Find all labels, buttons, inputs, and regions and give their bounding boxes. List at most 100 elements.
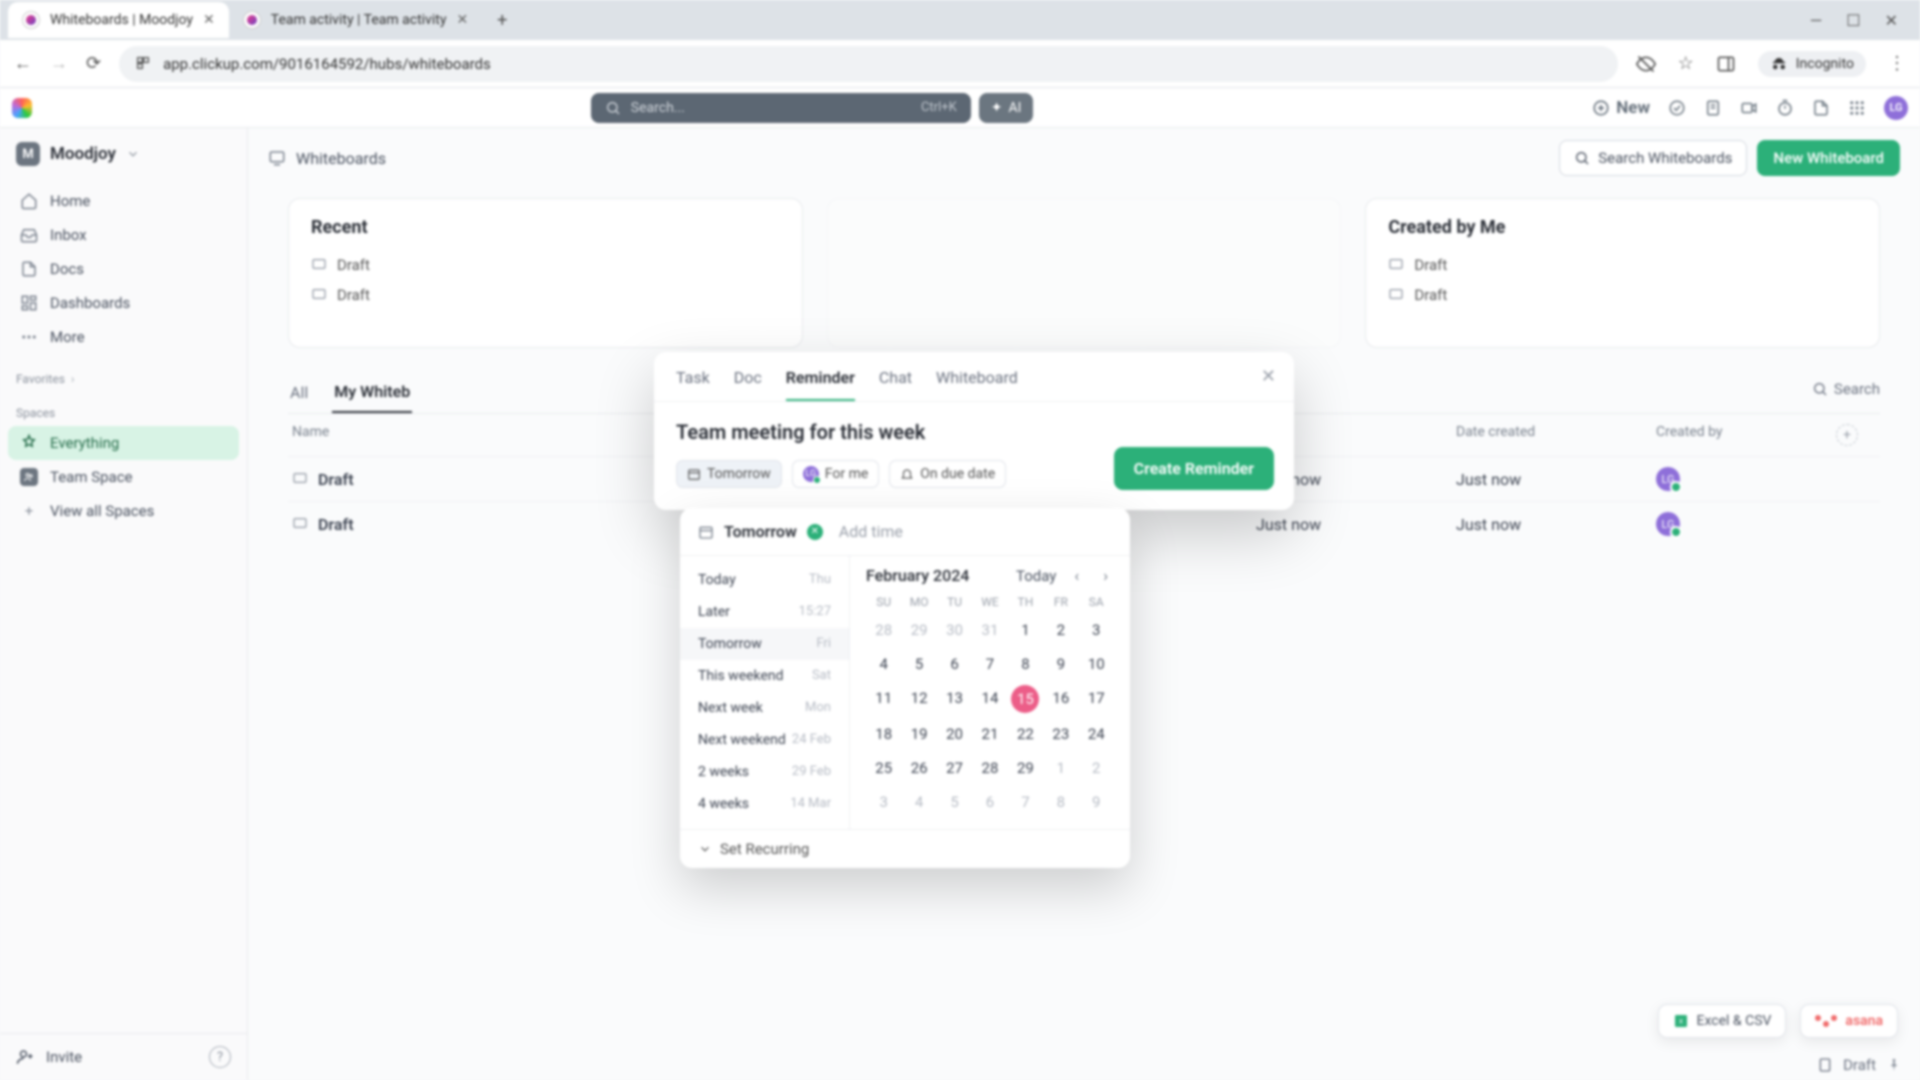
quick-date-option[interactable]: Next weekend24 Feb xyxy=(680,724,849,756)
creator-avatar[interactable]: LG xyxy=(1656,512,1680,536)
modal-tab-task[interactable]: Task xyxy=(676,368,710,401)
calendar-day[interactable]: 28 xyxy=(866,617,901,643)
calendar-day[interactable]: 29 xyxy=(901,617,936,643)
quick-date-option[interactable]: TodayThu xyxy=(680,564,849,596)
pin-icon[interactable] xyxy=(1886,1057,1902,1073)
clickup-logo-icon[interactable] xyxy=(12,98,32,118)
calendar-day[interactable]: 31 xyxy=(972,617,1007,643)
quick-date-option[interactable]: 4 weeks14 Mar xyxy=(680,788,849,820)
modal-tab-doc[interactable]: Doc xyxy=(734,368,762,401)
calendar-day[interactable]: 6 xyxy=(972,789,1007,815)
tab-all[interactable]: All xyxy=(288,373,310,412)
calendar-day[interactable]: 25 xyxy=(866,755,901,781)
calendar-day[interactable]: 21 xyxy=(972,721,1007,747)
close-window-icon[interactable]: ✕ xyxy=(1885,11,1898,30)
calendar-day[interactable]: 14 xyxy=(972,685,1007,713)
calendar-day[interactable]: 10 xyxy=(1079,651,1114,677)
calendar-day[interactable]: 9 xyxy=(1043,651,1078,677)
created-item[interactable]: Draft xyxy=(1388,250,1857,280)
favorites-section[interactable]: Favorites › xyxy=(0,358,247,392)
forward-icon[interactable]: → xyxy=(50,53,68,74)
calendar-today-button[interactable]: Today xyxy=(1016,567,1056,585)
calendar-day[interactable]: 8 xyxy=(1008,651,1043,677)
space-item-team[interactable]: Team Space xyxy=(8,460,239,494)
calendar-day[interactable]: 12 xyxy=(901,685,936,713)
sidebar-item-dashboards[interactable]: Dashboards xyxy=(8,286,239,320)
invite-button[interactable]: Invite xyxy=(46,1048,82,1066)
add-column-button[interactable]: + xyxy=(1836,424,1858,446)
sidebar-item-more[interactable]: More xyxy=(8,320,239,354)
modal-tab-reminder[interactable]: Reminder xyxy=(786,368,855,401)
menu-icon[interactable]: ⋮ xyxy=(1888,53,1906,74)
new-button[interactable]: New xyxy=(1592,98,1650,118)
creator-avatar[interactable]: LG xyxy=(1656,467,1680,491)
back-icon[interactable]: ← xyxy=(14,53,32,74)
calendar-day[interactable]: 22 xyxy=(1008,721,1043,747)
modal-tab-chat[interactable]: Chat xyxy=(879,368,912,401)
import-asana-button[interactable]: asana xyxy=(1800,1004,1898,1038)
doc-icon[interactable] xyxy=(1812,99,1830,117)
calendar-day[interactable]: 18 xyxy=(866,721,901,747)
new-tab-button[interactable]: + xyxy=(488,6,516,34)
add-time-button[interactable]: Add time xyxy=(839,522,903,541)
help-icon[interactable]: ? xyxy=(209,1046,231,1068)
calendar-day[interactable]: 8 xyxy=(1043,789,1078,815)
calendar-day[interactable]: 16 xyxy=(1043,685,1078,713)
eye-off-icon[interactable] xyxy=(1636,54,1656,74)
calendar-day[interactable]: 9 xyxy=(1079,789,1114,815)
browser-tab[interactable]: Team activity | Team activity ✕ xyxy=(229,2,482,38)
global-search[interactable]: Search... Ctrl+K xyxy=(591,93,971,123)
new-whiteboard-button[interactable]: New Whiteboard xyxy=(1757,140,1900,176)
space-item-view-all[interactable]: + View all Spaces xyxy=(8,494,239,528)
calendar-day[interactable]: 3 xyxy=(1079,617,1114,643)
minimize-icon[interactable]: — xyxy=(1810,11,1823,30)
calendar-day[interactable]: 3 xyxy=(866,789,901,815)
star-icon[interactable]: ☆ xyxy=(1678,53,1694,74)
calendar-day[interactable]: 2 xyxy=(1043,617,1078,643)
quick-date-option[interactable]: This weekendSat xyxy=(680,660,849,692)
sidebar-item-docs[interactable]: Docs xyxy=(8,252,239,286)
calendar-day[interactable]: 6 xyxy=(937,651,972,677)
calendar-day[interactable]: 7 xyxy=(1008,789,1043,815)
calendar-day[interactable]: 1 xyxy=(1043,755,1078,781)
calendar-day[interactable]: 27 xyxy=(937,755,972,781)
calendar-day[interactable]: 24 xyxy=(1079,721,1114,747)
calendar-prev-button[interactable]: ‹ xyxy=(1068,566,1085,585)
status-draft[interactable]: Draft xyxy=(1843,1056,1876,1074)
recent-item[interactable]: Draft xyxy=(311,250,780,280)
calendar-day[interactable]: 26 xyxy=(901,755,936,781)
reload-icon[interactable]: ⟳ xyxy=(86,53,101,74)
url-input[interactable]: app.clickup.com/9016164592/hubs/whiteboa… xyxy=(119,46,1617,82)
calendar-day[interactable]: 30 xyxy=(937,617,972,643)
calendar-day[interactable]: 2 xyxy=(1079,755,1114,781)
close-icon[interactable]: ✕ xyxy=(1261,366,1276,387)
recent-item[interactable]: Draft xyxy=(311,280,780,310)
browser-tab[interactable]: Whiteboards | Moodjoy ✕ xyxy=(8,2,229,38)
user-avatar[interactable]: LG xyxy=(1884,96,1908,120)
reminder-title-input[interactable] xyxy=(676,420,1272,444)
calendar-day[interactable]: 23 xyxy=(1043,721,1078,747)
assignee-chip[interactable]: LG For me xyxy=(792,460,880,488)
created-item[interactable]: Draft xyxy=(1388,280,1857,310)
create-reminder-button[interactable]: Create Reminder xyxy=(1114,447,1274,490)
calendar-day[interactable]: 1 xyxy=(1008,617,1043,643)
ai-button[interactable]: ✦ AI xyxy=(979,93,1034,123)
calendar-day[interactable]: 13 xyxy=(937,685,972,713)
quick-date-option[interactable]: Next weekMon xyxy=(680,692,849,724)
site-settings-icon[interactable] xyxy=(135,55,153,73)
timer-icon[interactable] xyxy=(1776,99,1794,117)
close-icon[interactable]: ✕ xyxy=(203,12,215,28)
calendar-next-button[interactable]: › xyxy=(1097,566,1114,585)
incognito-chip[interactable]: Incognito xyxy=(1758,51,1866,77)
calendar-day[interactable]: 29 xyxy=(1008,755,1043,781)
modal-tab-whiteboard[interactable]: Whiteboard xyxy=(936,368,1018,401)
workspace-switcher[interactable]: M Moodjoy xyxy=(0,128,247,180)
space-item-everything[interactable]: Everything xyxy=(8,426,239,460)
calendar-day[interactable]: 5 xyxy=(937,789,972,815)
notepad-icon[interactable] xyxy=(1704,99,1722,117)
quick-date-option[interactable]: Later15:27 xyxy=(680,596,849,628)
calendar-day[interactable]: 19 xyxy=(901,721,936,747)
check-circle-icon[interactable] xyxy=(1668,99,1686,117)
set-recurring-button[interactable]: Set Recurring xyxy=(680,829,1130,868)
close-icon[interactable]: ✕ xyxy=(456,12,468,28)
